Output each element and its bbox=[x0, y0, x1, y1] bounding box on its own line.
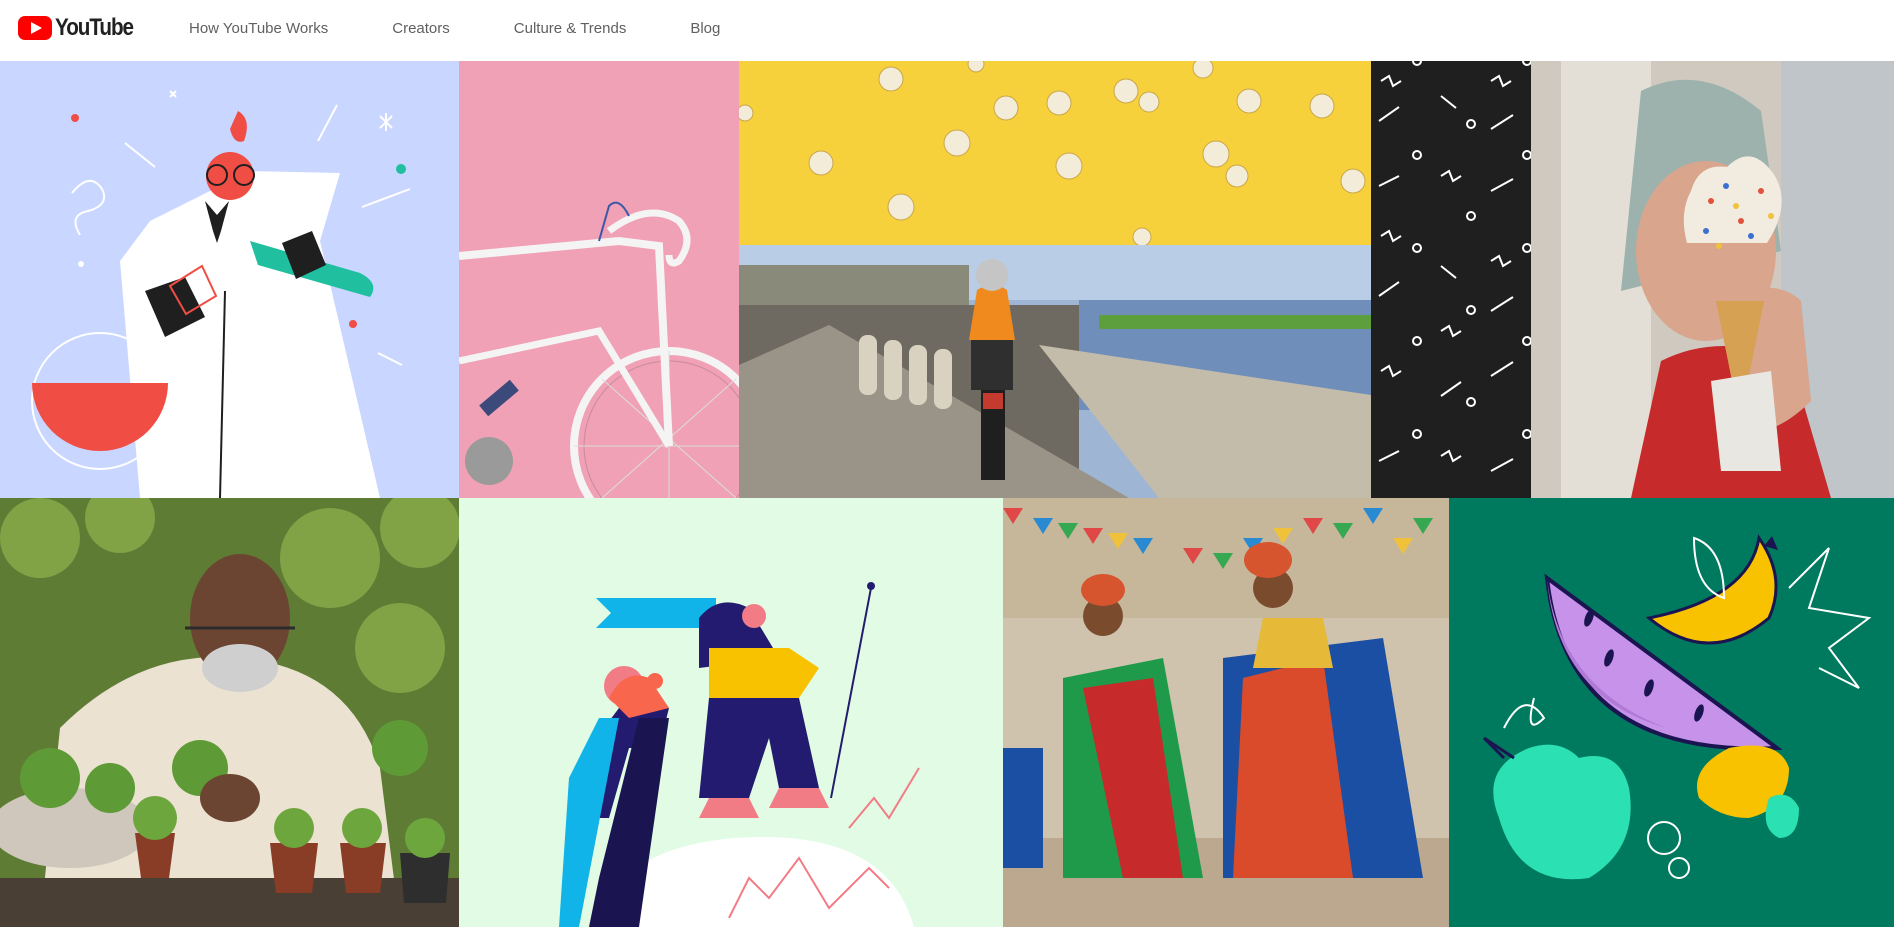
youtube-play-icon bbox=[18, 16, 52, 40]
popcorn-photo bbox=[739, 61, 1366, 245]
ice-cream-tile[interactable] bbox=[1531, 61, 1894, 498]
youtube-logo[interactable]: YouTube bbox=[18, 14, 146, 42]
fruit-tile[interactable] bbox=[1449, 498, 1894, 927]
scientist-illustration-tile[interactable] bbox=[0, 61, 459, 498]
motorcycle-tile[interactable] bbox=[739, 245, 1371, 498]
nav-creators[interactable]: Creators bbox=[392, 20, 450, 37]
popcorn-tile[interactable] bbox=[739, 61, 1371, 245]
main-nav: How YouTube Works Creators Culture & Tre… bbox=[189, 20, 784, 37]
motorcycle-riverside-photo bbox=[739, 245, 1371, 498]
scientist-illustration bbox=[31, 90, 411, 498]
pink-bicycle-tile[interactable] bbox=[459, 61, 739, 498]
dancers-photo bbox=[1003, 498, 1449, 927]
site-header: YouTube How YouTube Works Creators Cultu… bbox=[0, 0, 1894, 61]
ice-cream-photo bbox=[1531, 61, 1894, 498]
gardener-photo bbox=[0, 498, 459, 927]
nav-how-youtube-works[interactable]: How YouTube Works bbox=[189, 20, 328, 37]
logo-text: YouTube bbox=[55, 14, 134, 41]
nav-culture-trends[interactable]: Culture & Trends bbox=[514, 20, 627, 37]
fruit-illustration bbox=[1482, 534, 1872, 880]
hikers-tile[interactable] bbox=[459, 498, 1003, 927]
gardener-tile[interactable] bbox=[0, 498, 459, 927]
pink-bicycle-photo bbox=[459, 61, 739, 498]
squiggle-pattern-tile[interactable] bbox=[1371, 61, 1531, 498]
hikers-illustration bbox=[559, 582, 920, 927]
nav-blog[interactable]: Blog bbox=[690, 20, 720, 37]
squiggle-pattern bbox=[1378, 61, 1531, 472]
dancers-tile[interactable] bbox=[1003, 498, 1449, 927]
